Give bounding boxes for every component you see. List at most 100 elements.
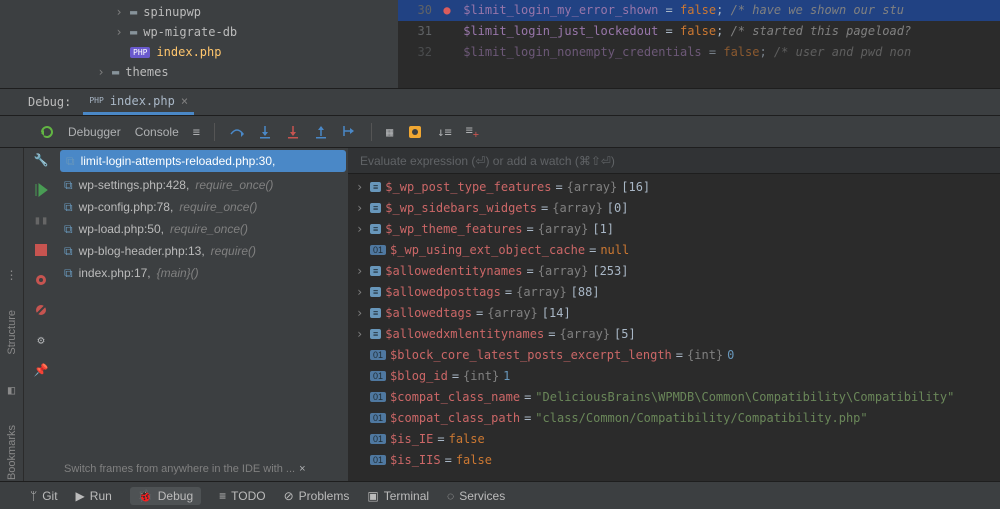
sort-icon[interactable]: ↓≡ (437, 125, 451, 139)
variable-row[interactable]: ›≡ $_wp_post_type_features = {array} [16… (348, 176, 1000, 197)
variable-row[interactable]: ›01 $_wp_using_ext_object_cache = null (348, 239, 1000, 260)
settings-icon[interactable]: ≡+ (466, 123, 479, 140)
line-number: 30 (398, 0, 438, 21)
console-tab-button[interactable]: Console (135, 125, 179, 139)
left-sidebar: ⋮ Structure ◧ Bookmarks (0, 148, 24, 481)
type-badge-icon: ≡ (370, 329, 381, 339)
structure-label[interactable]: Structure (6, 310, 18, 355)
step-into-icon[interactable] (257, 124, 273, 140)
expand-arrow-icon[interactable]: › (356, 264, 366, 278)
code-editor[interactable]: 30● $limit_login_my_error_shown = false;… (398, 0, 1000, 88)
todo-tool-button[interactable]: ≡TODO (219, 489, 265, 503)
stack-frame[interactable]: ⧉wp-blog-header.php:13, require() (58, 240, 348, 262)
frame-icon: ⧉ (64, 244, 73, 259)
terminal-tool-button[interactable]: ▣Terminal (367, 489, 429, 503)
variable-name: $compat_class_name (390, 390, 520, 404)
variable-row[interactable]: ›≡ $allowedentitynames = {array} [253] (348, 260, 1000, 281)
rerun-icon[interactable] (40, 125, 54, 139)
thread-dump-icon[interactable]: ≡ (193, 125, 200, 139)
variable-count: [1] (592, 222, 614, 236)
type-badge-icon: 01 (370, 245, 386, 255)
code-line[interactable]: 32 $limit_login_nonempty_credentials = f… (398, 42, 1000, 63)
code-line[interactable]: 30● $limit_login_my_error_shown = false;… (398, 0, 1000, 21)
step-over-icon[interactable] (229, 124, 245, 140)
variable-row[interactable]: ›≡ $allowedposttags = {array} [88] (348, 281, 1000, 302)
expand-arrow-icon[interactable]: › (356, 306, 366, 320)
pause-icon[interactable]: ▮▮ (33, 212, 49, 228)
folder-icon: ▬ (130, 25, 137, 39)
tree-row[interactable]: PHP index.php (96, 42, 398, 62)
evaluate-expression-icon[interactable]: ▦ (386, 125, 393, 139)
view-breakpoints-icon[interactable] (33, 272, 49, 288)
separator (214, 123, 215, 141)
type-badge-icon: 01 (370, 371, 386, 381)
expand-arrow-icon[interactable]: › (356, 327, 366, 341)
frame-text: wp-config.php:78, (79, 200, 174, 214)
resume-icon[interactable] (33, 182, 49, 198)
php-file-icon: PHP (89, 96, 103, 105)
frame-icon: ⧉ (64, 222, 73, 237)
settings-gear-icon[interactable]: ⚙ (33, 332, 49, 348)
variable-row[interactable]: ›01 $blog_id = {int} 1 (348, 365, 1000, 386)
evaluate-expression-input[interactable]: Evaluate expression (⏎) or add a watch (… (348, 148, 1000, 174)
variable-name: $blog_id (390, 369, 448, 383)
debug-label: Debug: (28, 95, 71, 109)
mute-breakpoints-icon[interactable] (33, 302, 49, 318)
close-icon[interactable]: × (181, 94, 188, 108)
force-step-into-icon[interactable] (285, 124, 301, 140)
frames-panel[interactable]: ⧉limit-login-attempts-reloaded.php:30,⧉w… (58, 148, 348, 481)
git-tool-button[interactable]: ᛘGit (30, 489, 58, 503)
tree-row[interactable]: › ▬ wp-migrate-db (96, 22, 398, 42)
variable-count: [5] (614, 327, 636, 341)
project-tree[interactable]: › ▬ spinupwp › ▬ wp-migrate-db PHP index… (0, 0, 398, 88)
variable-count: [16] (621, 180, 650, 194)
tree-row[interactable]: › ▬ spinupwp (96, 2, 398, 22)
step-out-icon[interactable] (313, 124, 329, 140)
variables-panel[interactable]: Evaluate expression (⏎) or add a watch (… (348, 148, 1000, 481)
variable-row[interactable]: ›≡ $allowedxmlentitynames = {array} [5] (348, 323, 1000, 344)
bookmarks-label[interactable]: Bookmarks (6, 425, 18, 480)
variable-row[interactable]: ›≡ $_wp_sidebars_widgets = {array} [0] (348, 197, 1000, 218)
debugger-tab-button[interactable]: Debugger (68, 125, 121, 139)
stack-frame[interactable]: ⧉index.php:17, {main}() (58, 262, 348, 284)
expand-arrow-icon[interactable]: › (356, 201, 366, 215)
top-split: › ▬ spinupwp › ▬ wp-migrate-db PHP index… (0, 0, 1000, 88)
expand-arrow-icon[interactable]: › (356, 180, 366, 194)
variable-row[interactable]: ›01 $is_IIS = false (348, 449, 1000, 470)
variable-row[interactable]: ›≡ $allowedtags = {array} [14] (348, 302, 1000, 323)
structure-tool-button[interactable]: ⋮ (6, 268, 18, 282)
debug-tool-button[interactable]: 🐞Debug (130, 487, 201, 505)
variable-row[interactable]: ›01 $compat_class_name = "DeliciousBrain… (348, 386, 1000, 407)
run-to-cursor-icon[interactable] (341, 124, 357, 140)
chevron-spacer (114, 45, 124, 59)
variable-row[interactable]: ›01 $is_IE = false (348, 428, 1000, 449)
stack-frame[interactable]: ⧉limit-login-attempts-reloaded.php:30, (60, 150, 346, 172)
run-tool-button[interactable]: ▶Run (76, 489, 112, 503)
problems-tool-button[interactable]: ⊘Problems (284, 489, 350, 503)
tree-row[interactable]: › ▬ themes (96, 62, 398, 82)
variable-row[interactable]: ›01 $compat_class_path = "class/Common/C… (348, 407, 1000, 428)
bookmarks-tool-button[interactable]: ◧ (8, 383, 15, 397)
pin-icon[interactable]: 📌 (33, 362, 49, 378)
php-file-icon: PHP (130, 47, 150, 58)
variable-row[interactable]: ›≡ $_wp_theme_features = {array} [1] (348, 218, 1000, 239)
variable-name: $_wp_using_ext_object_cache (390, 243, 585, 257)
line-number: 32 (398, 42, 438, 63)
debug-tab[interactable]: PHP index.php × (83, 89, 194, 115)
chevron-right-icon: › (114, 5, 124, 19)
services-tool-button[interactable]: ◌Services (447, 489, 505, 503)
stack-frame[interactable]: ⧉wp-config.php:78, require_once() (58, 196, 348, 218)
expand-arrow-icon[interactable]: › (356, 222, 366, 236)
breakpoint-icon[interactable]: ● (438, 0, 456, 21)
list-icon: ≡ (219, 489, 226, 503)
stack-frame[interactable]: ⧉wp-settings.php:428, require_once() (58, 174, 348, 196)
wrench-icon[interactable]: 🔧 (33, 152, 49, 168)
variable-count: [14] (542, 306, 571, 320)
stop-icon[interactable] (33, 242, 49, 258)
code-line[interactable]: 31 $limit_login_just_lockedout = false; … (398, 21, 1000, 42)
variable-row[interactable]: ›01 $block_core_latest_posts_excerpt_len… (348, 344, 1000, 365)
line-number: 31 (398, 21, 438, 42)
expand-arrow-icon[interactable]: › (356, 285, 366, 299)
stack-frame[interactable]: ⧉wp-load.php:50, require_once() (58, 218, 348, 240)
trace-icon[interactable] (407, 124, 423, 140)
